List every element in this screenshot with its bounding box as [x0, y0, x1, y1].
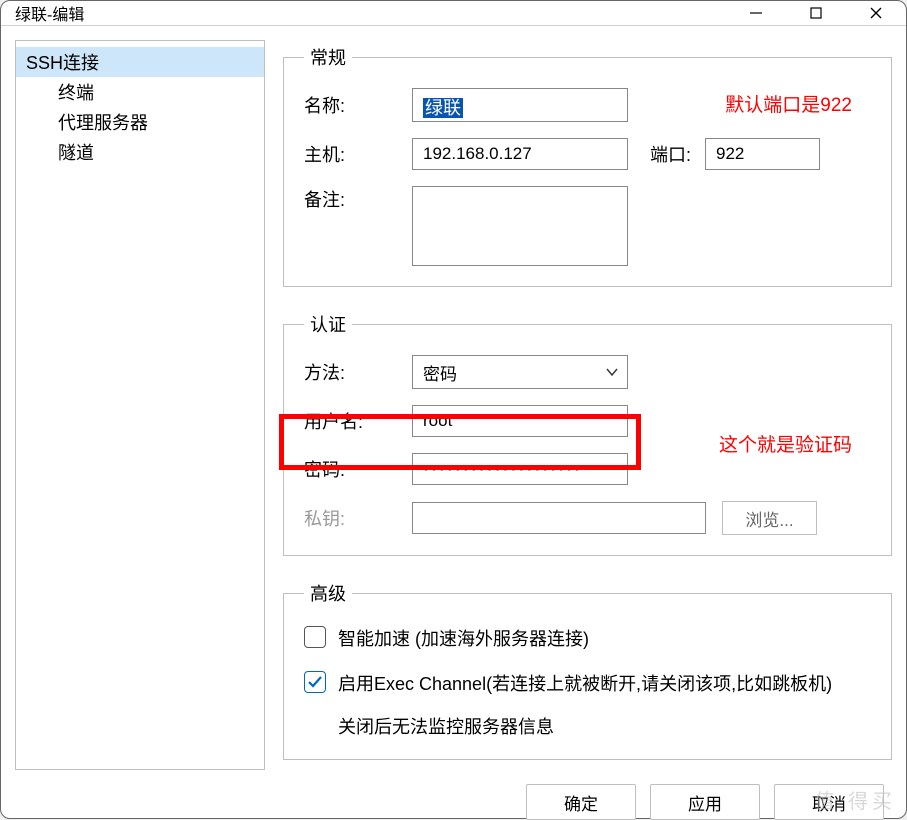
exec-sublabel: 关闭后无法监控服务器信息 — [304, 713, 871, 739]
group-auth-legend: 认证 — [304, 311, 352, 337]
port-label: 端口: — [650, 141, 705, 167]
accel-checkbox[interactable] — [304, 626, 326, 648]
method-combobox[interactable]: 密码 — [412, 355, 628, 389]
username-input[interactable] — [412, 405, 628, 437]
privatekey-label: 私钥: — [304, 505, 412, 531]
browse-button[interactable]: 浏览... — [722, 501, 817, 535]
dialog-footer: 确定 应用 取消 值 得买 — [1, 784, 906, 820]
note-label: 备注: — [304, 186, 412, 212]
exec-checkbox[interactable] — [304, 671, 326, 693]
port-input[interactable] — [705, 138, 820, 170]
sidebar-root-ssh[interactable]: SSH连接 — [16, 47, 264, 77]
chevron-down-icon — [605, 365, 619, 379]
username-label: 用户名: — [304, 408, 412, 434]
maximize-button[interactable] — [786, 1, 846, 25]
content-panel: 常规 名称: 绿联 主机: 端口: 备注: — [283, 40, 892, 784]
sidebar-item-proxy[interactable]: 代理服务器 — [16, 107, 264, 137]
maximize-icon — [809, 6, 823, 20]
privatekey-input — [412, 502, 706, 534]
titlebar: 绿联-编辑 — [1, 1, 906, 26]
note-textarea[interactable] — [412, 186, 628, 266]
group-general: 常规 名称: 绿联 主机: 端口: 备注: — [283, 44, 892, 287]
minimize-icon — [749, 6, 763, 20]
method-label: 方法: — [304, 359, 412, 385]
window-title: 绿联-编辑 — [15, 1, 84, 25]
sidebar-tree: SSH连接 终端 代理服务器 隧道 — [15, 40, 265, 770]
check-icon — [307, 674, 323, 690]
group-advanced-legend: 高级 — [304, 580, 352, 606]
close-icon — [869, 6, 883, 20]
name-label: 名称: — [304, 92, 412, 118]
window-controls — [726, 1, 906, 25]
name-input-selection: 绿联 — [423, 98, 463, 118]
sidebar-item-tunnel[interactable]: 隧道 — [16, 137, 264, 167]
close-button[interactable] — [846, 1, 906, 25]
group-auth: 认证 方法: 密码 用户名: 密码: 私钥: — [283, 311, 892, 556]
password-label: 密码: — [304, 456, 412, 482]
minimize-button[interactable] — [726, 1, 786, 25]
accel-label: 智能加速 (加速海外服务器连接) — [338, 624, 589, 655]
apply-button[interactable]: 应用 — [650, 784, 760, 820]
host-label: 主机: — [304, 141, 412, 167]
exec-label: 启用Exec Channel(若连接上就被断开,请关闭该项,比如跳板机) — [338, 669, 832, 700]
host-input[interactable] — [412, 138, 628, 170]
ok-button[interactable]: 确定 — [526, 784, 636, 820]
group-advanced: 高级 智能加速 (加速海外服务器连接) 启用Exec Channel(若连接上就… — [283, 580, 892, 760]
method-value: 密码 — [423, 360, 457, 385]
name-input[interactable]: 绿联 — [412, 88, 628, 122]
sidebar-item-terminal[interactable]: 终端 — [16, 77, 264, 107]
dialog-body: SSH连接 终端 代理服务器 隧道 常规 名称: 绿联 主机: 端口: — [1, 26, 906, 784]
password-input[interactable] — [412, 453, 628, 485]
dialog-window: 绿联-编辑 SSH连接 终端 代理服务器 隧道 常规 名称: — [0, 0, 907, 819]
cancel-button[interactable]: 取消 — [774, 784, 884, 820]
group-general-legend: 常规 — [304, 44, 352, 70]
